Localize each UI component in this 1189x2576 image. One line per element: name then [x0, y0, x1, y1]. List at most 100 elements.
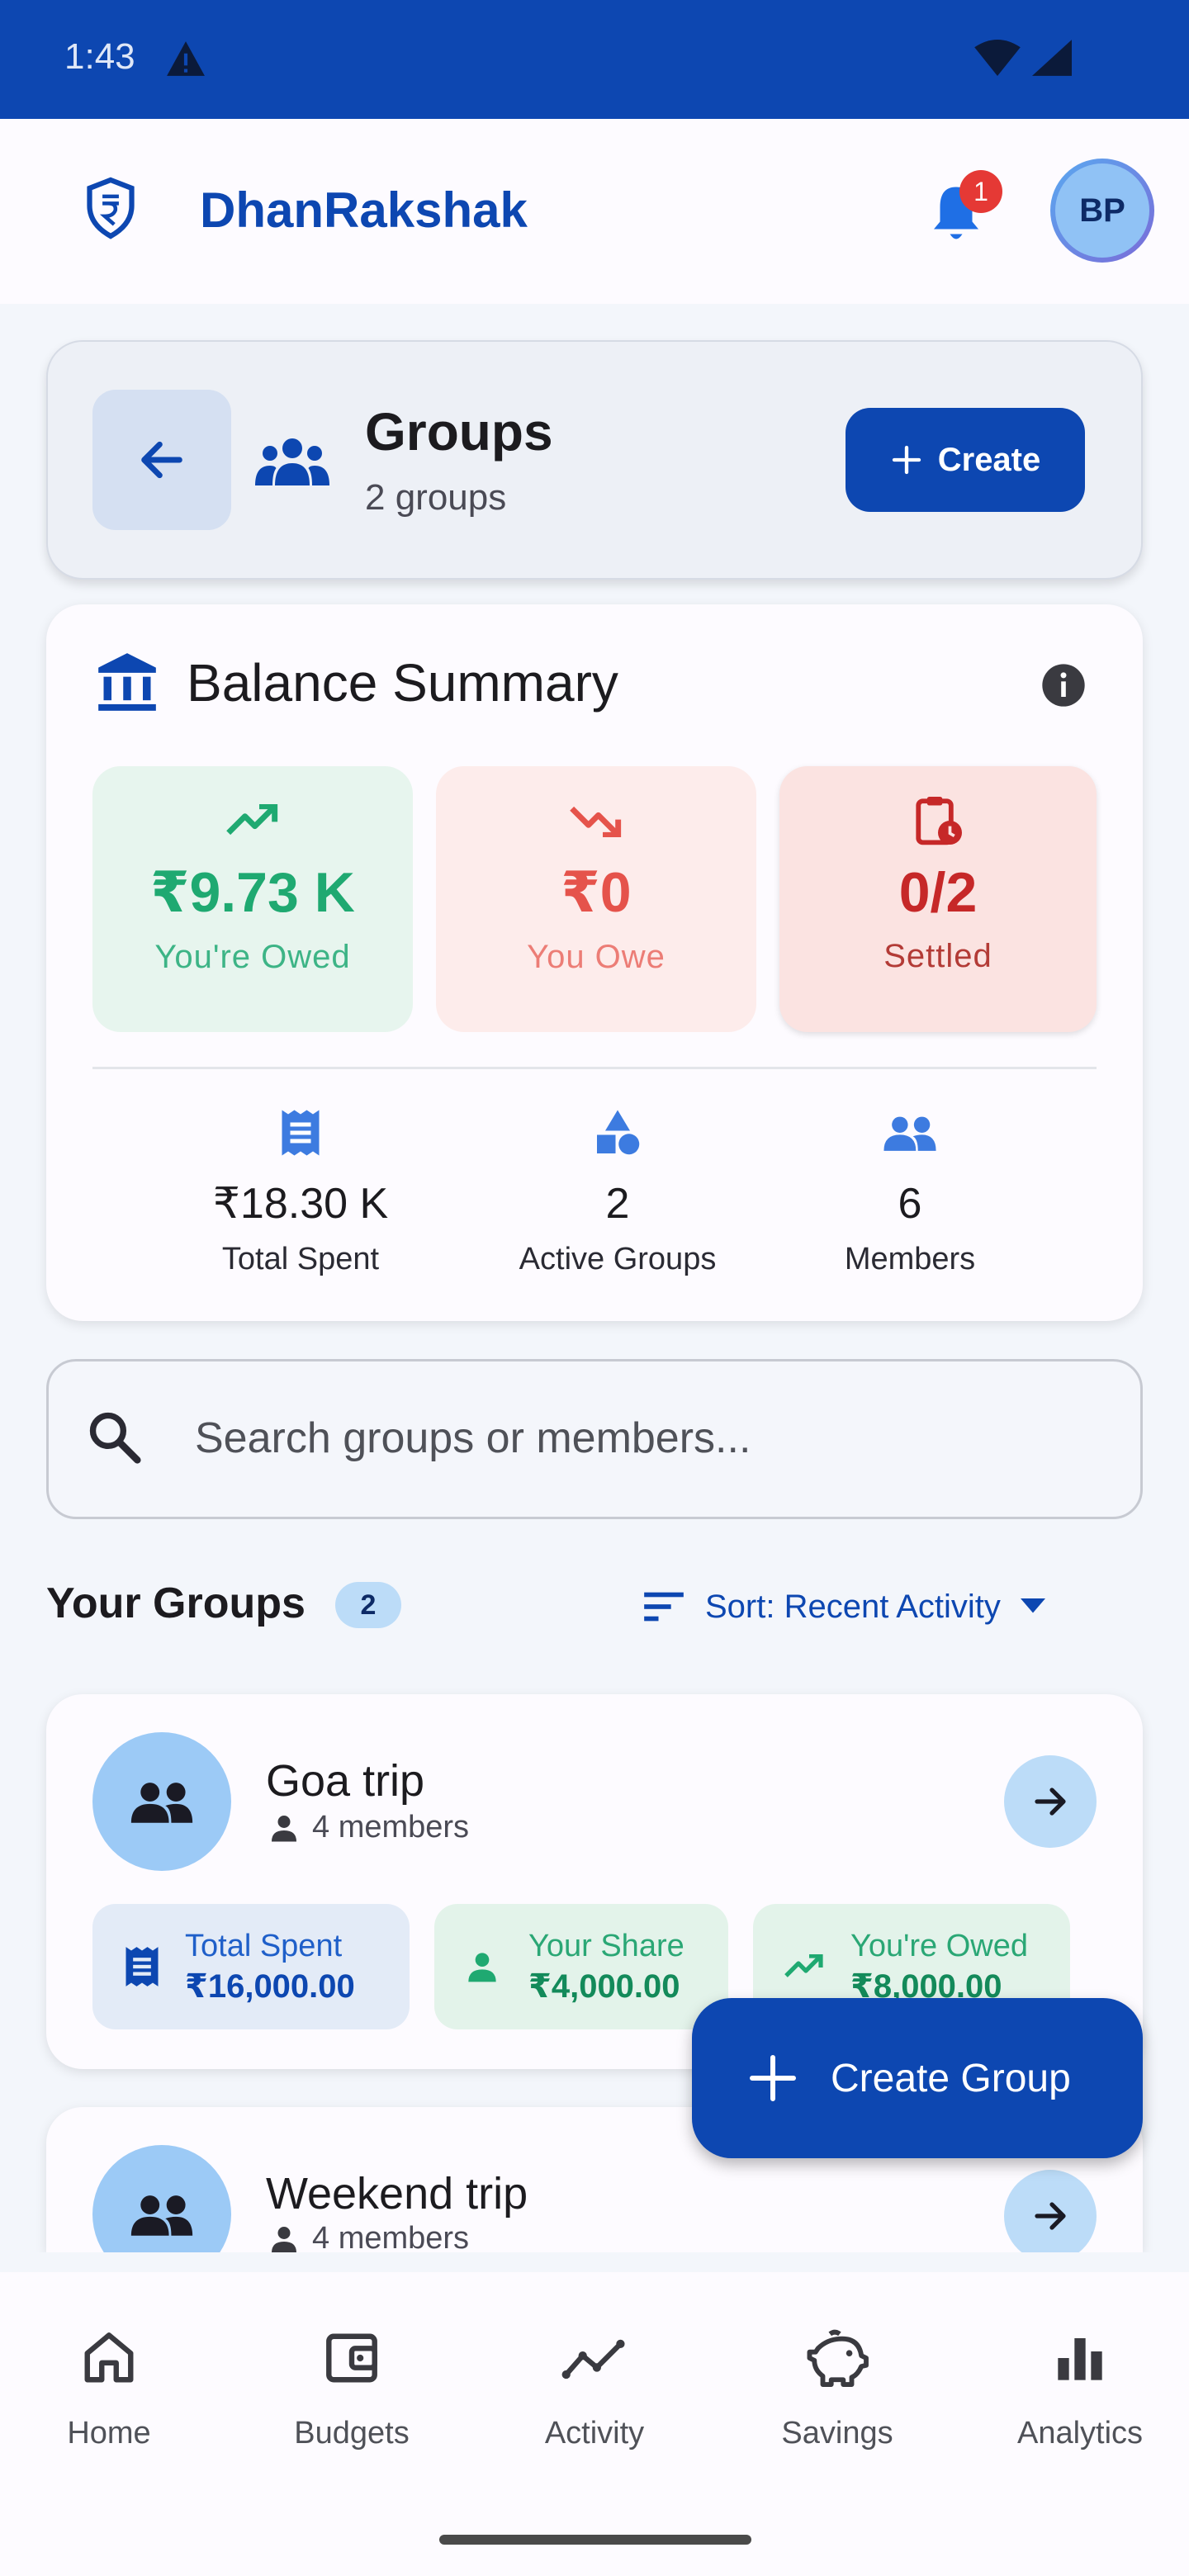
search-input[interactable]	[195, 1404, 1103, 1473]
youre-owed-tile[interactable]: ₹9.73 K You're Owed	[92, 766, 413, 1032]
you-owe-label: You Owe	[527, 939, 666, 975]
sort-icon	[644, 1592, 684, 1622]
nav-item-budgets[interactable]: Budgets	[233, 2325, 471, 2451]
youre-owed-value: ₹9.73 K	[150, 861, 355, 924]
create-button-label: Create	[937, 441, 1041, 478]
shield-rupee-icon	[83, 175, 139, 241]
chip-label: You're Owed	[850, 1928, 1028, 1963]
chip-value: ₹4,000.00	[528, 1968, 680, 2005]
settled-label: Settled	[883, 938, 992, 974]
nav-item-analytics[interactable]: Analytics	[961, 2325, 1189, 2451]
person-icon	[466, 1950, 499, 1983]
nav-item-activity[interactable]: Activity	[476, 2325, 713, 2451]
nav-label: Budgets	[294, 2416, 410, 2451]
group-name: Goa trip	[266, 1756, 425, 1806]
avatar[interactable]: BP	[1050, 159, 1154, 263]
group-avatar	[92, 2145, 231, 2252]
chip-label: Your Share	[528, 1928, 685, 1963]
app-bar	[0, 119, 1189, 304]
open-group-button[interactable]	[1004, 2170, 1097, 2252]
trending-down-icon	[570, 796, 623, 845]
you-owe-tile[interactable]: ₹0 You Owe	[436, 766, 756, 1032]
total-spent-label: Total Spent	[221, 1242, 380, 1276]
info-icon[interactable]	[1040, 662, 1087, 708]
people-icon	[882, 1106, 938, 1159]
dropdown-arrow-icon	[1020, 1598, 1045, 1613]
create-group-fab[interactable]: Create Group	[692, 1998, 1143, 2158]
active-groups-stat: 2 Active Groups	[477, 1106, 758, 1277]
warning-icon	[165, 40, 206, 78]
group-members-text: 4 members	[312, 1810, 470, 1844]
nav-label: Activity	[544, 2416, 645, 2451]
sort-button[interactable]: Sort: Recent Activity	[642, 1582, 1045, 1631]
group-people-icon	[130, 1783, 193, 1823]
arrow-back-icon	[141, 441, 182, 479]
status-time: 1:43	[64, 36, 135, 77]
search-icon	[86, 1409, 142, 1465]
group-people-icon	[130, 2195, 193, 2236]
plus-icon	[892, 445, 921, 475]
plus-icon	[750, 2055, 796, 2101]
active-groups-value: 2	[605, 1180, 630, 1228]
groups-icon	[253, 436, 332, 485]
group-members: 4 members	[269, 2221, 469, 2252]
nav-label: Analytics	[1016, 2416, 1144, 2451]
trending-up-icon	[784, 1954, 824, 1979]
page-title: Groups	[365, 402, 553, 462]
active-groups-label: Active Groups	[519, 1242, 717, 1276]
chip-label: Total Spent	[185, 1928, 343, 1963]
nav-label: Savings	[781, 2416, 893, 2451]
your-groups-heading: Your Groups	[46, 1579, 306, 1627]
avatar-initials: BP	[1055, 163, 1149, 258]
bar-chart-icon	[1054, 2325, 1106, 2391]
youre-owed-label: You're Owed	[154, 939, 351, 975]
bank-icon	[96, 651, 159, 713]
sort-label: Sort: Recent Activity	[705, 1588, 1001, 1625]
arrow-forward-icon	[1035, 1788, 1066, 1816]
person-icon	[272, 1815, 296, 1841]
open-group-button[interactable]	[1004, 1755, 1097, 1848]
your-share-chip: Your Share ₹4,000.00	[434, 1904, 728, 2029]
receipt-icon	[124, 1945, 160, 1988]
category-shapes-icon	[593, 1106, 642, 1159]
members-value: 6	[898, 1180, 922, 1228]
wifi-icon	[974, 40, 1021, 76]
signal-icon	[1032, 40, 1072, 76]
total-spent-value: ₹18.30 K	[212, 1180, 389, 1228]
back-button[interactable]	[92, 390, 231, 530]
nav-label: Home	[67, 2416, 151, 2451]
members-label: Members	[844, 1242, 976, 1276]
app-title: DhanRakshak	[200, 182, 528, 238]
members-stat: 6 Members	[770, 1106, 1050, 1277]
summary-divider	[92, 1067, 1097, 1069]
notification-badge: 1	[959, 170, 1002, 213]
settled-tile[interactable]: 0/2 Settled	[779, 766, 1097, 1032]
home-indicator[interactable]	[439, 2535, 751, 2545]
piggy-bank-icon	[806, 2325, 869, 2391]
arrow-forward-icon	[1035, 2202, 1066, 2230]
chip-value: ₹16,000.00	[185, 1968, 355, 2005]
total-spent-stat: ₹18.30 K Total Spent	[160, 1106, 441, 1277]
wallet-icon	[323, 2325, 381, 2391]
settled-value: 0/2	[898, 861, 978, 924]
create-button[interactable]: Create	[846, 408, 1085, 512]
group-avatar	[92, 1732, 231, 1871]
balance-summary-title: Balance Summary	[187, 653, 618, 713]
group-count-badge: 2	[335, 1582, 401, 1628]
group-members-text: 4 members	[312, 2221, 470, 2252]
group-members: 4 members	[269, 1810, 469, 1845]
create-group-label: Create Group	[831, 2056, 1071, 2100]
scroll-edge	[0, 2252, 1189, 2272]
nav-item-savings[interactable]: Savings	[718, 2325, 956, 2451]
group-count-subtitle: 2 groups	[365, 477, 507, 518]
pending-clipboard-icon	[914, 796, 962, 845]
home-icon	[80, 2325, 138, 2391]
person-icon	[272, 2226, 296, 2252]
group-name: Weekend trip	[266, 2169, 528, 2218]
activity-icon	[561, 2325, 628, 2391]
receipt-icon	[279, 1106, 322, 1159]
you-owe-value: ₹0	[561, 861, 632, 924]
total-spent-chip: Total Spent ₹16,000.00	[92, 1904, 410, 2029]
nav-item-home[interactable]: Home	[0, 2325, 228, 2451]
trending-up-icon	[226, 796, 279, 845]
